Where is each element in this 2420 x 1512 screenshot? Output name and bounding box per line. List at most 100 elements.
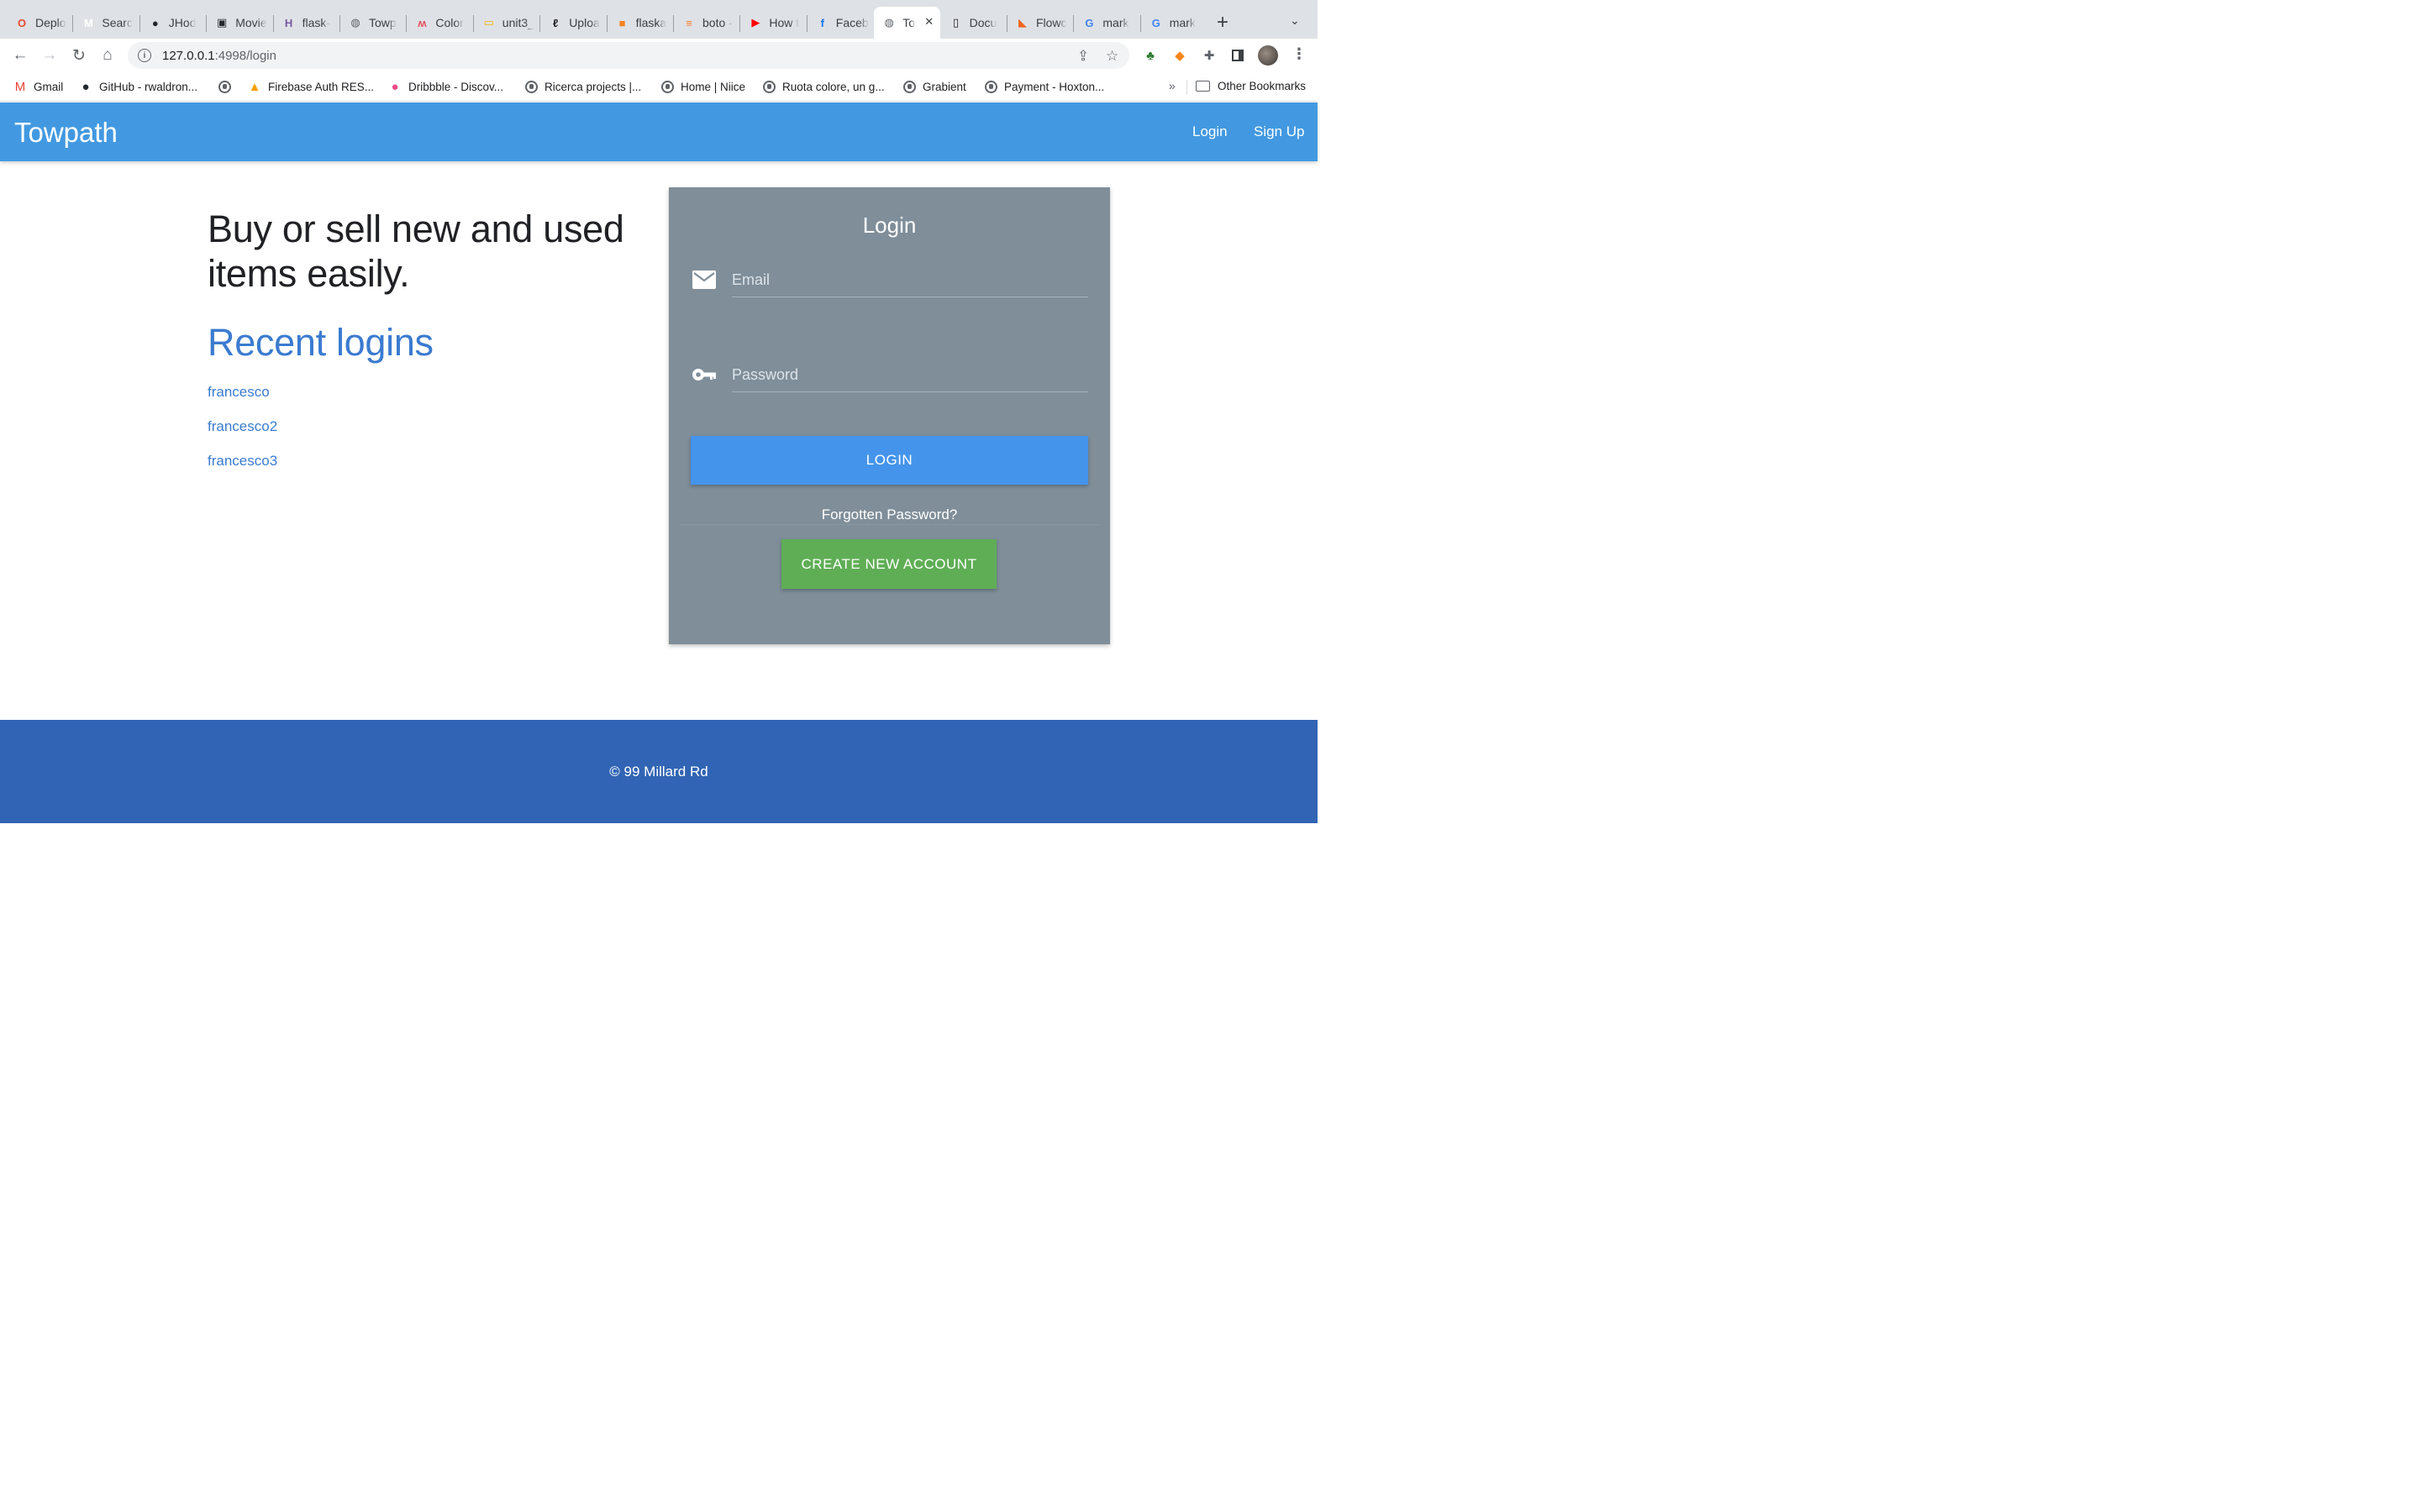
- firebase-icon: ▲: [248, 79, 261, 94]
- tree-extension-icon[interactable]: ♣: [1142, 47, 1159, 64]
- stackoverflow-icon: ≡: [686, 16, 692, 29]
- password-input[interactable]: [732, 359, 1088, 392]
- browser-tab[interactable]: ◍ Towp: [340, 7, 407, 39]
- metamask-fox-icon[interactable]: ◆: [1171, 47, 1188, 64]
- browser-tab-title: To: [902, 16, 915, 29]
- share-icon[interactable]: ⇪: [1077, 48, 1089, 65]
- github-icon: ●: [151, 16, 159, 29]
- more-bookmarks-chevron[interactable]: »: [1169, 79, 1176, 92]
- bookmark-label: GitHub - rwaldron...: [99, 80, 198, 93]
- email-input[interactable]: [732, 264, 1088, 297]
- url-text[interactable]: 127.0.0.1:4998/login: [162, 49, 276, 63]
- browser-tab-title: Towp: [369, 16, 397, 29]
- browser-menu-icon[interactable]: ⋮: [1292, 45, 1307, 63]
- globe-icon: [902, 80, 916, 93]
- film-icon: ▣: [217, 16, 228, 29]
- browser-tab[interactable]: M Searc: [73, 7, 139, 39]
- dribbble-icon: ●: [391, 79, 399, 94]
- browser-tab[interactable]: Hflask-: [274, 7, 340, 39]
- bookmark-item[interactable]: ● GitHub - rwaldron...: [79, 80, 198, 94]
- bookmark-item[interactable]: [218, 80, 238, 93]
- youtube-icon: ▶: [751, 16, 760, 29]
- browser-tab-title: flask-: [302, 16, 331, 29]
- bookmark-item[interactable]: Payment - Hoxton...: [984, 80, 1104, 93]
- bookmark-item[interactable]: M Gmail: [13, 79, 64, 94]
- globe-icon: ◍: [884, 16, 894, 29]
- recent-login-link[interactable]: francesco: [208, 383, 277, 417]
- browser-tab[interactable]: ▶ How t: [740, 7, 807, 39]
- browser-tab[interactable]: ◍ To ✕: [874, 7, 941, 39]
- brand-logo[interactable]: Towpath: [14, 117, 118, 149]
- google-icon: G: [1085, 16, 1094, 29]
- bookmark-item[interactable]: Home | Niice: [660, 80, 745, 93]
- bookmark-item[interactable]: ● Dribbble - Discov...: [388, 79, 503, 94]
- bookmark-item[interactable]: Grabient: [902, 80, 966, 93]
- facebook-icon: f: [820, 16, 824, 29]
- address-bar[interactable]: i 127.0.0.1:4998/login ⇪ ☆: [128, 42, 1129, 69]
- browser-tab-title: unit3_: [502, 16, 534, 29]
- bookmark-label: Payment - Hoxton...: [1004, 80, 1105, 93]
- browser-tab[interactable]: ʍ Color: [407, 7, 473, 39]
- browser-tab-title: JHod: [168, 16, 197, 29]
- browser-tab[interactable]: ● JHod: [140, 7, 207, 39]
- bookmark-label: Gmail: [34, 80, 64, 93]
- bookmark-label: Ruota colore, un g...: [782, 80, 885, 93]
- browser-tab-title: Searc: [102, 16, 133, 29]
- browser-tab-title: Docu: [969, 16, 997, 29]
- browser-tab[interactable]: Gmark: [1074, 7, 1140, 39]
- browser-tab[interactable]: ≡ boto -: [674, 7, 740, 39]
- browser-tab[interactable]: ▯ Docu: [941, 7, 1007, 39]
- browser-tab-title: Color: [435, 16, 464, 29]
- forward-arrow-icon[interactable]: →: [39, 45, 60, 66]
- nav-login-link[interactable]: Login: [1192, 123, 1228, 140]
- browser-tab[interactable]: f Faceb: [808, 7, 874, 39]
- gmail-icon: M: [14, 79, 26, 94]
- bookmark-star-icon[interactable]: ☆: [1106, 48, 1118, 65]
- browser-tab-title: Faceb: [835, 16, 869, 29]
- browser-tab[interactable]: O Deplo: [7, 7, 73, 39]
- browser-tab-title: Uploa: [569, 16, 600, 29]
- bookmarks-divider: [1186, 80, 1187, 95]
- bookmark-item[interactable]: Ricerca projects |...: [524, 80, 641, 93]
- login-card: Login LOGIN Forgotten Password? CREATE N…: [669, 187, 1110, 644]
- browser-tab-title: How t: [769, 16, 800, 29]
- other-bookmarks-label: Other Bookmarks: [1218, 80, 1307, 92]
- bookmark-label: Grabient: [923, 80, 966, 93]
- browser-tab[interactable]: Gmark: [1141, 7, 1207, 39]
- browser-tab-title: mark: [1102, 16, 1129, 29]
- extensions-puzzle-icon[interactable]: ✚: [1201, 47, 1218, 64]
- browser-tab-strip: O Deplo M Searc ● JHod ▣ Movie Hflask- ◍ Towp ʍ Colo…: [0, 0, 1318, 39]
- site-info-icon[interactable]: i: [138, 49, 151, 62]
- create-account-button[interactable]: CREATE NEW ACCOUNT: [781, 539, 997, 589]
- reload-icon[interactable]: ↻: [69, 45, 89, 66]
- bookmark-item[interactable]: Ruota colore, un g...: [762, 80, 885, 93]
- nav-signup-link[interactable]: Sign Up: [1254, 123, 1304, 140]
- heroku-icon: H: [284, 16, 293, 29]
- tab-search-chevron-icon[interactable]: ⌄: [1290, 13, 1300, 28]
- recent-login-link[interactable]: francesco3: [208, 452, 277, 486]
- recent-logins-heading: Recent logins: [208, 321, 434, 364]
- bookmark-label: Firebase Auth RES...: [268, 80, 375, 93]
- new-tab-button[interactable]: +: [1217, 13, 1228, 33]
- other-bookmarks-folder[interactable]: Other Bookmarks: [1196, 80, 1306, 92]
- login-button[interactable]: LOGIN: [691, 436, 1088, 485]
- back-arrow-icon[interactable]: ←: [10, 45, 30, 66]
- forgot-password-link[interactable]: Forgotten Password?: [669, 507, 1110, 523]
- side-panel-icon[interactable]: [1229, 47, 1246, 64]
- bookmarks-bar: M Gmail ● GitHub - rwaldron... ▲ Firebase Aut…: [0, 72, 1318, 102]
- browser-tab-title: mark: [1169, 16, 1196, 29]
- browser-tab[interactable]: ◣ Flowc: [1007, 7, 1074, 39]
- browser-tab[interactable]: ▭ unit3_: [474, 7, 540, 39]
- recent-logins-list: francesco francesco2 francesco3: [208, 383, 277, 486]
- bookmark-item[interactable]: ▲ Firebase Auth RES...: [248, 79, 375, 94]
- globe-icon: [524, 80, 538, 93]
- profile-avatar[interactable]: [1258, 45, 1278, 66]
- browser-tab[interactable]: ▣ Movie: [207, 7, 273, 39]
- google-icon: G: [1151, 16, 1160, 29]
- login-card-title: Login: [862, 213, 917, 238]
- browser-tab[interactable]: ■ flaska: [608, 7, 674, 39]
- browser-tab[interactable]: ℓ Uploa: [540, 7, 607, 39]
- recent-login-link[interactable]: francesco2: [208, 417, 277, 452]
- home-icon[interactable]: ⌂: [97, 45, 118, 66]
- close-tab-icon[interactable]: ✕: [924, 15, 934, 29]
